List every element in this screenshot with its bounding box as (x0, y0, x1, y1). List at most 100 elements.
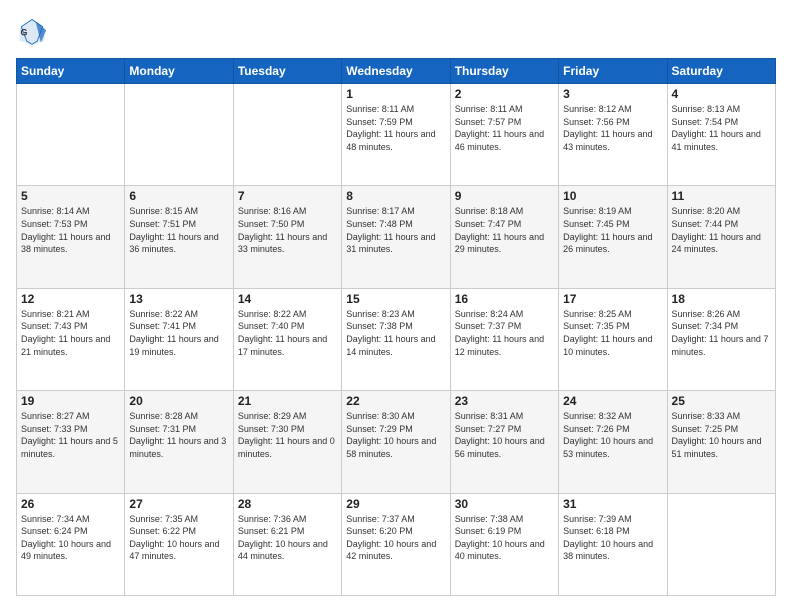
weekday-friday: Friday (559, 59, 667, 84)
day-cell: 5 Sunrise: 8:14 AM Sunset: 7:53 PM Daylig… (17, 186, 125, 288)
day-number: 9 (455, 189, 554, 203)
day-info: Sunrise: 8:18 AM Sunset: 7:47 PM Dayligh… (455, 205, 554, 255)
day-number: 28 (238, 497, 337, 511)
weekday-tuesday: Tuesday (233, 59, 341, 84)
day-info: Sunrise: 8:27 AM Sunset: 7:33 PM Dayligh… (21, 410, 120, 460)
day-info: Sunrise: 8:23 AM Sunset: 7:38 PM Dayligh… (346, 308, 445, 358)
day-cell: 13Sunrise: 8:22 AM Sunset: 7:41 PM Dayli… (125, 288, 233, 390)
week-row-1: 5 Sunrise: 8:14 AM Sunset: 7:53 PM Daylig… (17, 186, 776, 288)
day-cell: 10 Sunrise: 8:19 AM Sunset: 7:45 PM Dayli… (559, 186, 667, 288)
day-info: Sunrise: 7:38 AM Sunset: 6:19 PM Dayligh… (455, 513, 554, 563)
day-number: 23 (455, 394, 554, 408)
day-cell: 25 Sunrise: 8:33 AM Sunset: 7:25 PM Dayli… (667, 391, 775, 493)
day-info: Sunrise: 7:34 AM Sunset: 6:24 PM Dayligh… (21, 513, 120, 563)
day-cell: 1 Sunrise: 8:11 AM Sunset: 7:59 PM Daylig… (342, 84, 450, 186)
week-row-3: 19 Sunrise: 8:27 AM Sunset: 7:33 PM Dayli… (17, 391, 776, 493)
day-number: 18 (672, 292, 771, 306)
day-info: Sunrise: 8:31 AM Sunset: 7:27 PM Dayligh… (455, 410, 554, 460)
day-number: 17 (563, 292, 662, 306)
day-number: 25 (672, 394, 771, 408)
day-info: Sunrise: 8:33 AM Sunset: 7:25 PM Dayligh… (672, 410, 771, 460)
day-cell: 22Sunrise: 8:30 AM Sunset: 7:29 PM Dayli… (342, 391, 450, 493)
day-info: Sunrise: 8:21 AM Sunset: 7:43 PM Dayligh… (21, 308, 120, 358)
day-cell: 2 Sunrise: 8:11 AM Sunset: 7:57 PM Daylig… (450, 84, 558, 186)
week-row-4: 26 Sunrise: 7:34 AM Sunset: 6:24 PM Dayli… (17, 493, 776, 595)
day-cell: 9 Sunrise: 8:18 AM Sunset: 7:47 PM Daylig… (450, 186, 558, 288)
weekday-monday: Monday (125, 59, 233, 84)
day-info: Sunrise: 8:20 AM Sunset: 7:44 PM Dayligh… (672, 205, 771, 255)
day-info: Sunrise: 7:39 AM Sunset: 6:18 PM Dayligh… (563, 513, 662, 563)
day-cell: 16 Sunrise: 8:24 AM Sunset: 7:37 PM Dayli… (450, 288, 558, 390)
page: G SundayMondayTuesdayWednesdayThursdayFr… (0, 0, 792, 612)
day-info: Sunrise: 8:11 AM Sunset: 7:57 PM Dayligh… (455, 103, 554, 153)
day-cell: 17Sunrise: 8:25 AM Sunset: 7:35 PM Dayli… (559, 288, 667, 390)
day-info: Sunrise: 8:26 AM Sunset: 7:34 PM Dayligh… (672, 308, 771, 358)
day-number: 30 (455, 497, 554, 511)
day-info: Sunrise: 8:13 AM Sunset: 7:54 PM Dayligh… (672, 103, 771, 153)
day-number: 24 (563, 394, 662, 408)
day-cell: 6Sunrise: 8:15 AM Sunset: 7:51 PM Daylig… (125, 186, 233, 288)
day-cell: 28 Sunrise: 7:36 AM Sunset: 6:21 PM Dayli… (233, 493, 341, 595)
day-number: 2 (455, 87, 554, 101)
day-number: 12 (21, 292, 120, 306)
day-number: 15 (346, 292, 445, 306)
weekday-wednesday: Wednesday (342, 59, 450, 84)
week-row-2: 12 Sunrise: 8:21 AM Sunset: 7:43 PM Dayli… (17, 288, 776, 390)
weekday-thursday: Thursday (450, 59, 558, 84)
day-cell: 26 Sunrise: 7:34 AM Sunset: 6:24 PM Dayli… (17, 493, 125, 595)
day-number: 13 (129, 292, 228, 306)
day-cell: 7Sunrise: 8:16 AM Sunset: 7:50 PM Daylig… (233, 186, 341, 288)
day-number: 14 (238, 292, 337, 306)
day-number: 3 (563, 87, 662, 101)
day-cell: 29Sunrise: 7:37 AM Sunset: 6:20 PM Dayli… (342, 493, 450, 595)
day-cell: 14 Sunrise: 8:22 AM Sunset: 7:40 PM Dayli… (233, 288, 341, 390)
day-number: 27 (129, 497, 228, 511)
weekday-saturday: Saturday (667, 59, 775, 84)
day-cell: 19 Sunrise: 8:27 AM Sunset: 7:33 PM Dayli… (17, 391, 125, 493)
day-info: Sunrise: 7:35 AM Sunset: 6:22 PM Dayligh… (129, 513, 228, 563)
day-number: 4 (672, 87, 771, 101)
day-cell: 27 Sunrise: 7:35 AM Sunset: 6:22 PM Dayli… (125, 493, 233, 595)
day-cell: 21Sunrise: 8:29 AM Sunset: 7:30 PM Dayli… (233, 391, 341, 493)
day-number: 10 (563, 189, 662, 203)
day-info: Sunrise: 8:29 AM Sunset: 7:30 PM Dayligh… (238, 410, 337, 460)
day-info: Sunrise: 7:36 AM Sunset: 6:21 PM Dayligh… (238, 513, 337, 563)
day-info: Sunrise: 8:12 AM Sunset: 7:56 PM Dayligh… (563, 103, 662, 153)
day-cell: 15 Sunrise: 8:23 AM Sunset: 7:38 PM Dayli… (342, 288, 450, 390)
day-cell: 31 Sunrise: 7:39 AM Sunset: 6:18 PM Dayli… (559, 493, 667, 595)
day-info: Sunrise: 8:19 AM Sunset: 7:45 PM Dayligh… (563, 205, 662, 255)
day-info: Sunrise: 8:32 AM Sunset: 7:26 PM Dayligh… (563, 410, 662, 460)
day-info: Sunrise: 8:16 AM Sunset: 7:50 PM Dayligh… (238, 205, 337, 255)
day-number: 1 (346, 87, 445, 101)
day-cell (125, 84, 233, 186)
day-info: Sunrise: 8:24 AM Sunset: 7:37 PM Dayligh… (455, 308, 554, 358)
day-cell: 8 Sunrise: 8:17 AM Sunset: 7:48 PM Daylig… (342, 186, 450, 288)
day-cell: 4 Sunrise: 8:13 AM Sunset: 7:54 PM Daylig… (667, 84, 775, 186)
logo: G (16, 16, 52, 48)
day-info: Sunrise: 8:17 AM Sunset: 7:48 PM Dayligh… (346, 205, 445, 255)
svg-text:G: G (20, 28, 27, 38)
day-number: 22 (346, 394, 445, 408)
day-cell: 24 Sunrise: 8:32 AM Sunset: 7:26 PM Dayli… (559, 391, 667, 493)
weekday-sunday: Sunday (17, 59, 125, 84)
day-info: Sunrise: 8:28 AM Sunset: 7:31 PM Dayligh… (129, 410, 228, 460)
header: G (16, 16, 776, 48)
day-number: 11 (672, 189, 771, 203)
day-cell (17, 84, 125, 186)
day-number: 19 (21, 394, 120, 408)
day-info: Sunrise: 8:14 AM Sunset: 7:53 PM Dayligh… (21, 205, 120, 255)
day-info: Sunrise: 7:37 AM Sunset: 6:20 PM Dayligh… (346, 513, 445, 563)
day-info: Sunrise: 8:11 AM Sunset: 7:59 PM Dayligh… (346, 103, 445, 153)
day-cell: 18 Sunrise: 8:26 AM Sunset: 7:34 PM Dayli… (667, 288, 775, 390)
day-cell: 3 Sunrise: 8:12 AM Sunset: 7:56 PM Daylig… (559, 84, 667, 186)
day-number: 16 (455, 292, 554, 306)
day-number: 6 (129, 189, 228, 203)
day-info: Sunrise: 8:22 AM Sunset: 7:40 PM Dayligh… (238, 308, 337, 358)
day-number: 8 (346, 189, 445, 203)
day-number: 31 (563, 497, 662, 511)
day-cell: 11 Sunrise: 8:20 AM Sunset: 7:44 PM Dayli… (667, 186, 775, 288)
day-cell: 20Sunrise: 8:28 AM Sunset: 7:31 PM Dayli… (125, 391, 233, 493)
day-number: 26 (21, 497, 120, 511)
day-number: 5 (21, 189, 120, 203)
week-row-0: 1 Sunrise: 8:11 AM Sunset: 7:59 PM Daylig… (17, 84, 776, 186)
